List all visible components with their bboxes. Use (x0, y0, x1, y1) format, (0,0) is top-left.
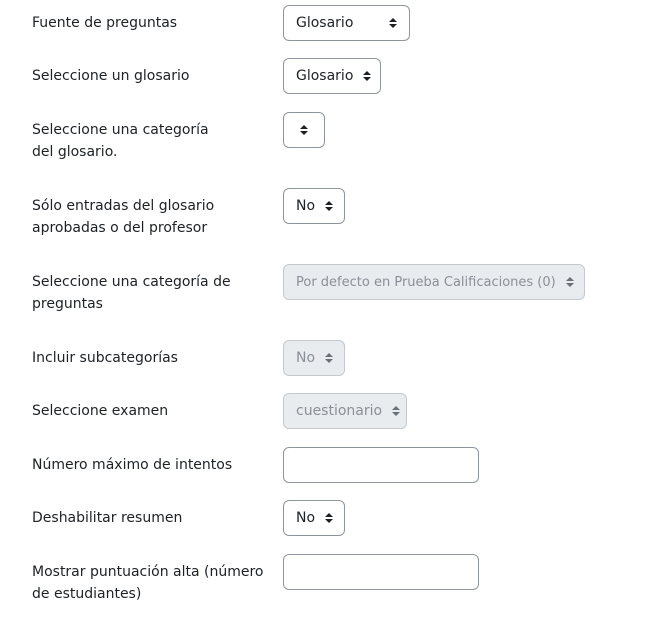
glossary-label: Seleccione un glosario (32, 68, 190, 84)
select-quiz-select[interactable]: cuestionario (283, 393, 407, 429)
high-score-input[interactable] (283, 554, 479, 590)
question-source-value: Glosario (296, 15, 354, 31)
select-arrows-icon (363, 71, 372, 81)
glossary-category-label: Seleccione una categoría del glosario. (32, 122, 209, 160)
include-subcategories-value: No (296, 350, 316, 366)
select-quiz-label: Seleccione examen (32, 403, 169, 419)
max-attempts-label: Número máximo de intentos (32, 457, 233, 473)
glossary-select[interactable]: Glosario (283, 58, 381, 94)
approved-entries-value: No (296, 198, 316, 214)
include-subcategories-select[interactable]: No (283, 340, 345, 376)
glossary-value: Glosario (296, 68, 354, 84)
select-arrows-icon (300, 125, 308, 135)
include-subcategories-label: Incluir subcategorías (32, 350, 178, 366)
max-attempts-input[interactable] (283, 447, 479, 483)
question-category-value: Por defecto en Prueba Calificaciones (0) (296, 274, 556, 290)
select-arrows-icon (325, 201, 334, 211)
select-quiz-value: cuestionario (296, 403, 383, 419)
question-category-label: Seleccione una categoría de preguntas (32, 274, 231, 312)
high-score-label: Mostrar puntuación alta (número de estud… (32, 564, 264, 602)
select-arrows-icon (565, 277, 574, 287)
question-source-label: Fuente de preguntas (32, 15, 178, 31)
question-source-select[interactable]: Glosario (283, 5, 410, 41)
question-category-select[interactable]: Por defecto en Prueba Calificaciones (0) (283, 264, 585, 300)
approved-entries-label: Sólo entradas del glosario aprobadas o d… (32, 198, 215, 236)
select-arrows-icon (392, 406, 401, 416)
disable-summary-value: No (296, 510, 316, 526)
select-arrows-icon (389, 18, 397, 28)
disable-summary-label: Deshabilitar resumen (32, 510, 183, 526)
select-arrows-icon (325, 353, 334, 363)
select-arrows-icon (325, 513, 334, 523)
disable-summary-select[interactable]: No (283, 500, 345, 536)
approved-entries-select[interactable]: No (283, 188, 345, 224)
glossary-category-select[interactable] (283, 112, 325, 148)
